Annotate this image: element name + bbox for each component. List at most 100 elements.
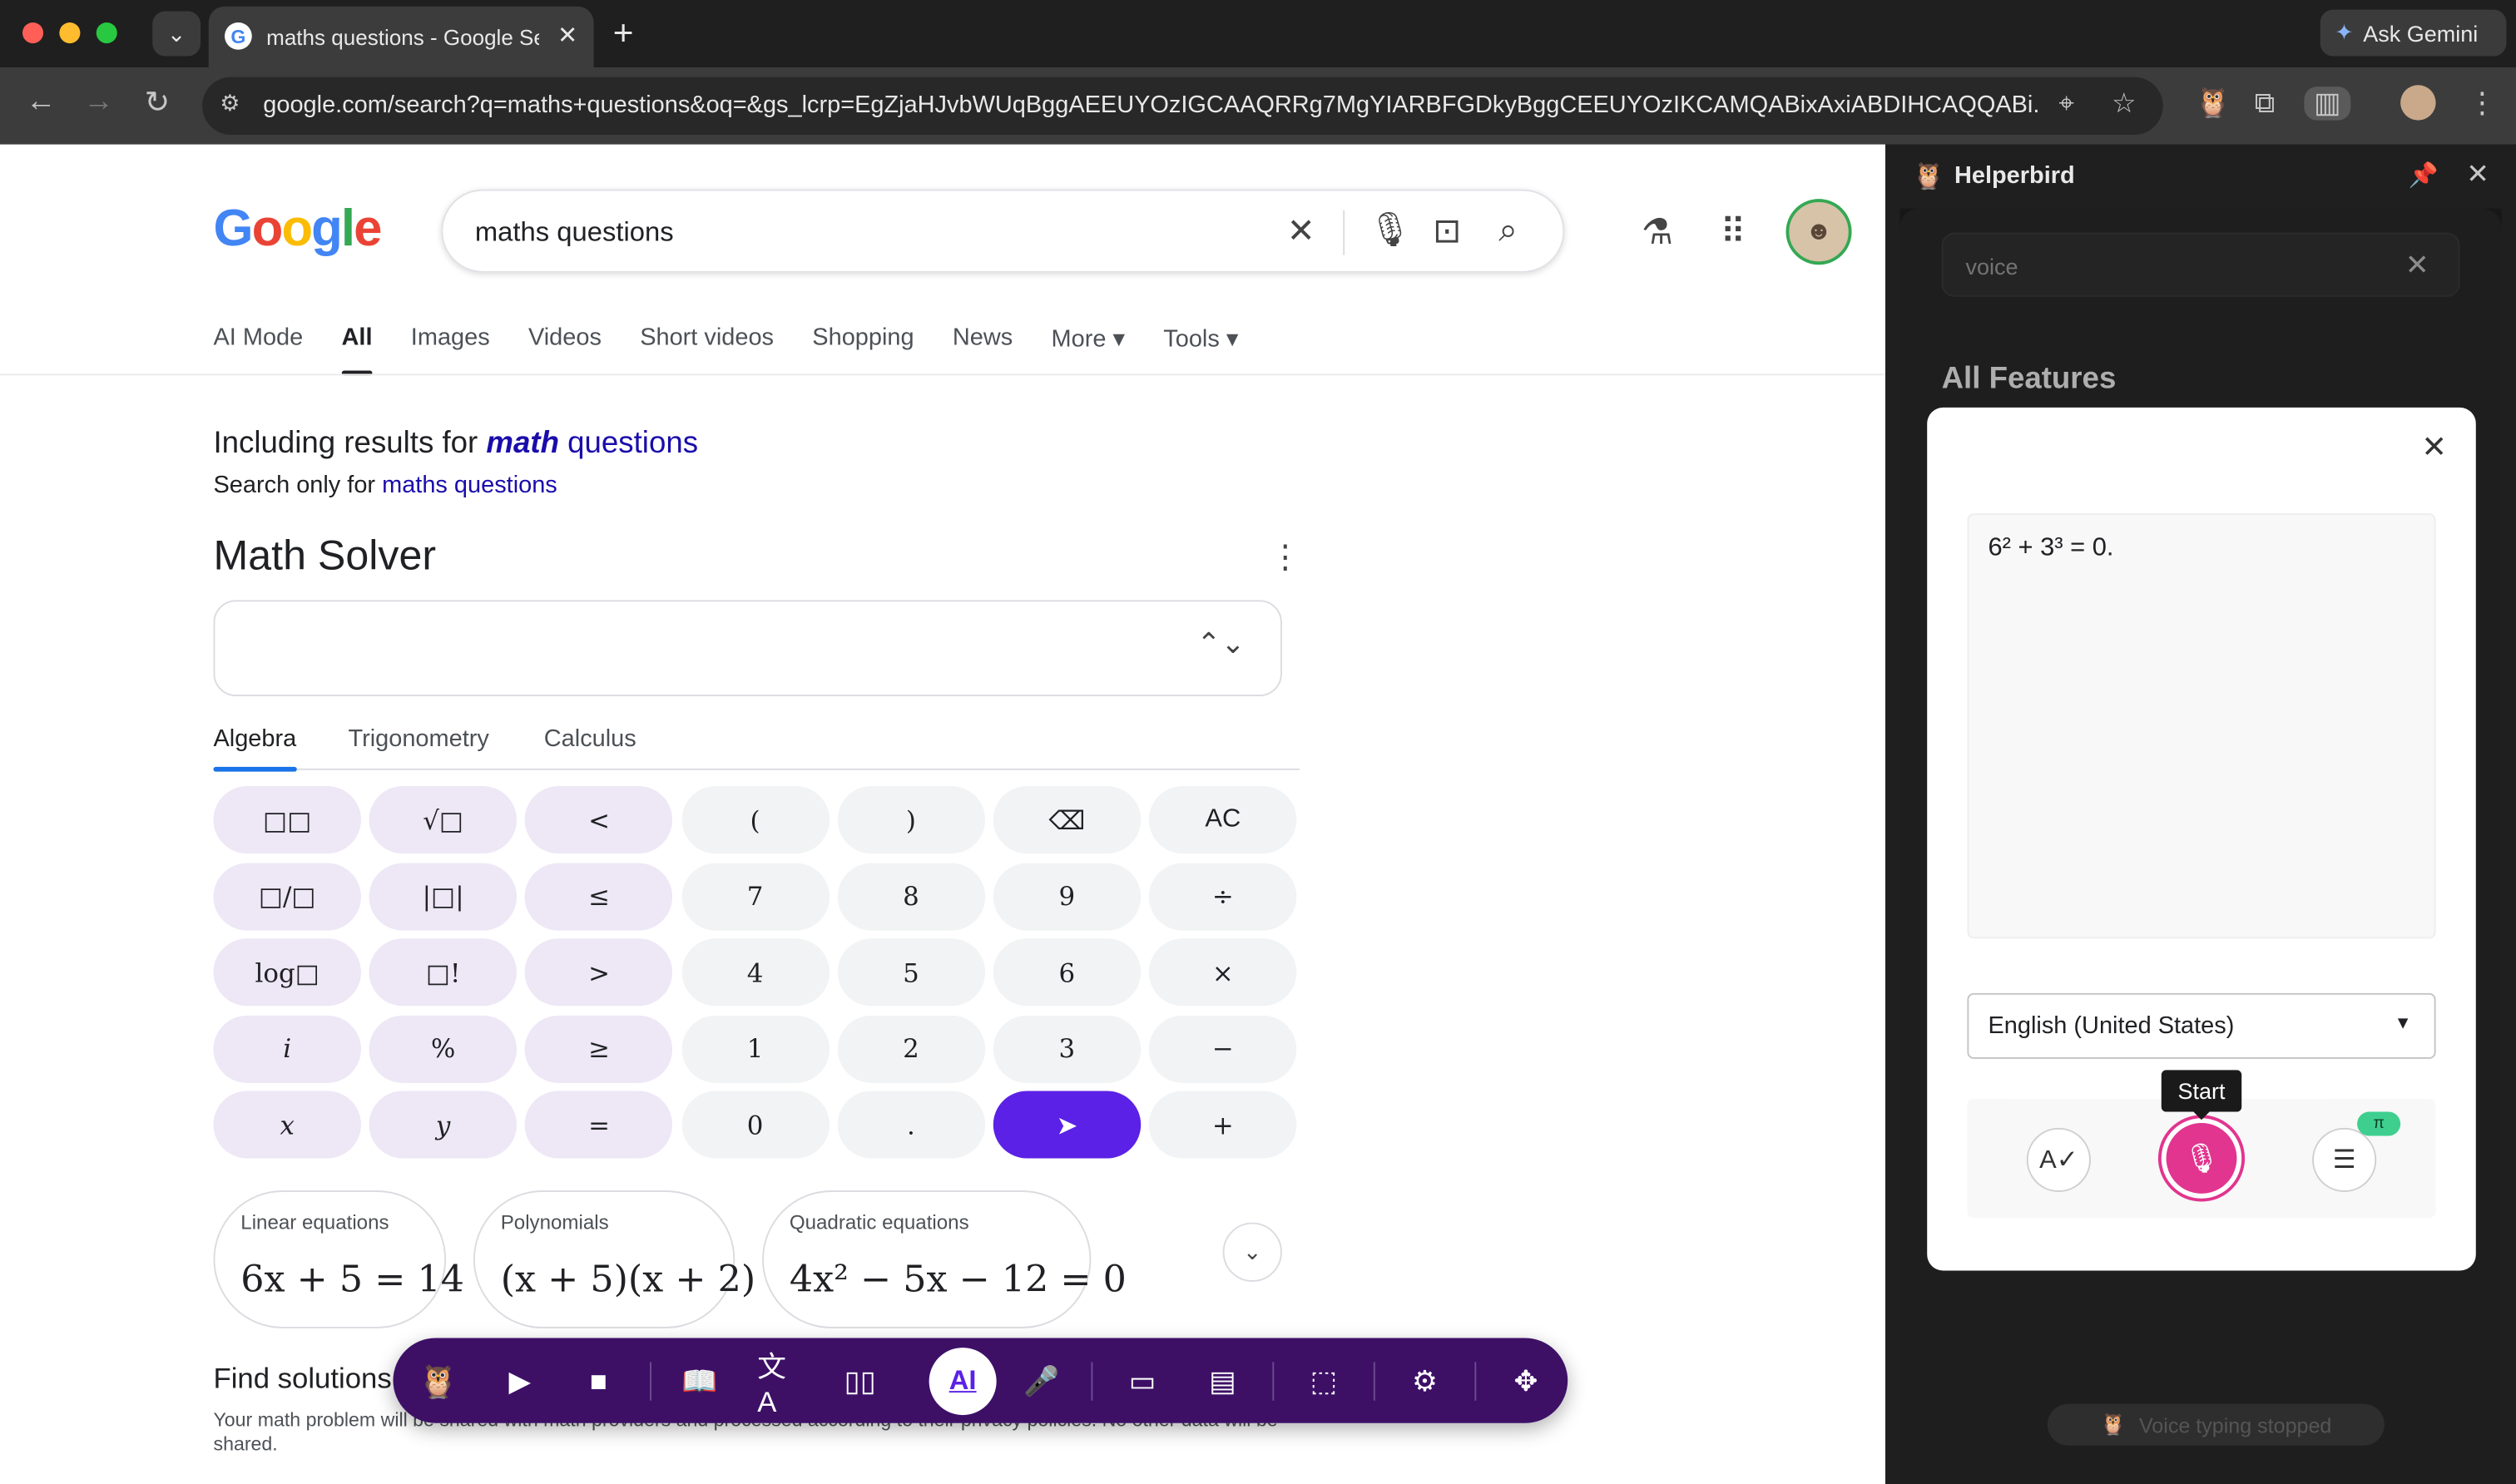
tab-tools[interactable]: Tools ▾ [1163, 324, 1238, 376]
transcript-area[interactable]: 6² + 3³ = 0. [1967, 513, 2436, 939]
site-info-icon[interactable]: ⚙ [220, 90, 240, 117]
search-only-link[interactable]: maths questions [382, 472, 557, 499]
tab-trigonometry[interactable]: Trigonometry [348, 725, 488, 770]
key-divide[interactable]: ÷ [1149, 862, 1297, 930]
translate-icon[interactable]: 文A [757, 1350, 802, 1417]
url-text[interactable]: google.com/search?q=maths+questions&oq=&… [263, 92, 2038, 119]
close-panel-icon[interactable]: ✕ [2466, 159, 2489, 191]
key-less-than[interactable]: < [525, 786, 673, 854]
key-root[interactable]: √□ [369, 786, 518, 854]
stop-icon[interactable]: ■ [576, 1359, 621, 1404]
search-input[interactable]: maths questions [475, 216, 674, 249]
key-open-paren[interactable]: ( [681, 786, 830, 854]
key-y[interactable]: y [369, 1091, 518, 1160]
key-3[interactable]: 3 [993, 1015, 1142, 1083]
language-select[interactable]: English (United States) ▼ [1967, 992, 2436, 1059]
more-examples-button[interactable]: ⌄ [1222, 1222, 1282, 1282]
key-greater-equal[interactable]: ≥ [525, 1015, 673, 1083]
helperbird-logo-icon[interactable]: 🦉 [415, 1359, 460, 1404]
search-icon[interactable]: ⌕ [1498, 212, 1518, 250]
apps-grid-icon[interactable]: ⠿ [1720, 212, 1746, 254]
start-recording-button[interactable]: 🎙 [2161, 1118, 2242, 1199]
settings-gear-icon[interactable]: ⚙ [1403, 1359, 1448, 1404]
address-bar[interactable]: ⚙ google.com/search?q=maths+questions&oq… [201, 77, 2163, 136]
microphone-icon[interactable]: 🎙 [1369, 212, 1411, 250]
tab-images[interactable]: Images [411, 324, 490, 376]
ask-gemini-button[interactable]: ✦ Ask Gemini [2320, 9, 2507, 57]
menu-kebab-icon[interactable]: ⋮ [2468, 87, 2497, 121]
key-backspace[interactable]: ⌫ [993, 786, 1142, 854]
close-window-button[interactable] [22, 22, 44, 44]
key-fraction[interactable]: □/□ [213, 862, 361, 930]
minimize-window-button[interactable] [59, 22, 81, 44]
tab-short-videos[interactable]: Short videos [640, 324, 774, 376]
account-avatar[interactable]: ☻ [1785, 199, 1852, 265]
play-icon[interactable]: ▶ [498, 1359, 542, 1404]
tab-all[interactable]: All [341, 324, 373, 376]
search-box[interactable]: maths questions ✕ 🎙 ⊡ ⌕ [441, 189, 1565, 273]
reading-mode-icon[interactable]: ▯▯ [838, 1359, 883, 1404]
key-minus[interactable]: − [1149, 1015, 1297, 1083]
example-polynomials-chip[interactable]: Polynomials (x + 5)(x + 2) [473, 1190, 755, 1328]
spellcheck-icon[interactable]: A✓ [2026, 1127, 2091, 1192]
voice-mic-icon[interactable]: 🎤 [1019, 1359, 1064, 1404]
tab-algebra[interactable]: Algebra [213, 725, 296, 772]
key-exponent[interactable]: □□ [213, 786, 361, 854]
key-equals[interactable]: = [525, 1091, 673, 1160]
key-all-clear[interactable]: AC [1149, 786, 1297, 854]
labs-flask-icon[interactable]: ⚗ [1642, 212, 1673, 254]
reload-icon[interactable]: ↻ [145, 85, 171, 121]
key-factorial[interactable]: □! [369, 938, 518, 1007]
key-0[interactable]: 0 [681, 1091, 830, 1160]
ruler-icon[interactable]: ▭ [1120, 1359, 1165, 1404]
extensions-puzzle-icon[interactable]: ⧉ [2255, 87, 2276, 121]
expand-collapse-icon[interactable]: ⌃⌄ [1196, 627, 1245, 661]
tab-shopping[interactable]: Shopping [812, 324, 914, 376]
forward-arrow-icon[interactable]: → [83, 85, 114, 120]
lens-camera-icon[interactable]: ⊡ [1433, 212, 1461, 252]
ai-button[interactable]: AI [929, 1348, 997, 1416]
new-tab-button[interactable]: + [613, 12, 634, 54]
helperbird-extension-icon[interactable]: 🦉 [2195, 87, 2231, 121]
key-less-equal[interactable]: ≤ [525, 862, 673, 930]
more-options-icon[interactable]: ⋮ [1269, 537, 1301, 577]
close-modal-icon[interactable]: ✕ [2421, 430, 2447, 467]
screenshot-select-icon[interactable]: ⬚ [1301, 1359, 1346, 1404]
tab-news[interactable]: News [953, 324, 1013, 376]
side-panel-icon[interactable]: ▥ [2304, 87, 2351, 121]
key-percent[interactable]: % [369, 1015, 518, 1083]
tab-calculus[interactable]: Calculus [544, 725, 636, 770]
move-drag-icon[interactable]: ✥ [1503, 1359, 1548, 1404]
tab-more[interactable]: More ▾ [1052, 324, 1125, 376]
key-4[interactable]: 4 [681, 938, 830, 1007]
key-multiply[interactable]: × [1149, 938, 1297, 1007]
key-plus[interactable]: + [1149, 1091, 1297, 1160]
reader-view-icon[interactable]: ▤ [1201, 1359, 1246, 1404]
math-input-field[interactable]: ⌃⌄ [213, 600, 1282, 697]
send-button[interactable]: ➤ [993, 1091, 1142, 1160]
example-linear-chip[interactable]: Linear equations 6x + 5 = 14 [213, 1190, 464, 1328]
immersive-reader-icon[interactable]: 📖 [677, 1359, 722, 1404]
example-quadratic-chip[interactable]: Quadratic equations 4x² − 5x − 12 = 0 [762, 1190, 1127, 1328]
key-8[interactable]: 8 [837, 862, 985, 930]
bookmark-star-icon[interactable]: ☆ [2112, 88, 2136, 121]
key-6[interactable]: 6 [993, 938, 1142, 1007]
key-1[interactable]: 1 [681, 1015, 830, 1083]
back-arrow-icon[interactable]: ← [26, 85, 57, 120]
key-log[interactable]: log□ [213, 938, 361, 1007]
tab-close-icon[interactable]: ✕ [557, 21, 577, 50]
key-2[interactable]: 2 [837, 1015, 985, 1083]
key-greater-than[interactable]: > [525, 938, 673, 1007]
tab-videos[interactable]: Videos [528, 324, 602, 376]
zoom-window-button[interactable] [96, 22, 117, 44]
key-absolute[interactable]: |□| [369, 862, 518, 930]
tab-ai-mode[interactable]: AI Mode [213, 324, 303, 376]
key-decimal[interactable]: . [837, 1091, 985, 1160]
location-pin-icon[interactable]: ⌖ [2058, 88, 2073, 121]
key-5[interactable]: 5 [837, 938, 985, 1007]
key-9[interactable]: 9 [993, 862, 1142, 930]
pin-icon[interactable]: 📌 [2409, 161, 2439, 190]
google-logo[interactable]: Google [213, 199, 382, 258]
key-x[interactable]: x [213, 1091, 361, 1160]
settings-sliders-icon[interactable]: ☰ [2312, 1127, 2377, 1192]
